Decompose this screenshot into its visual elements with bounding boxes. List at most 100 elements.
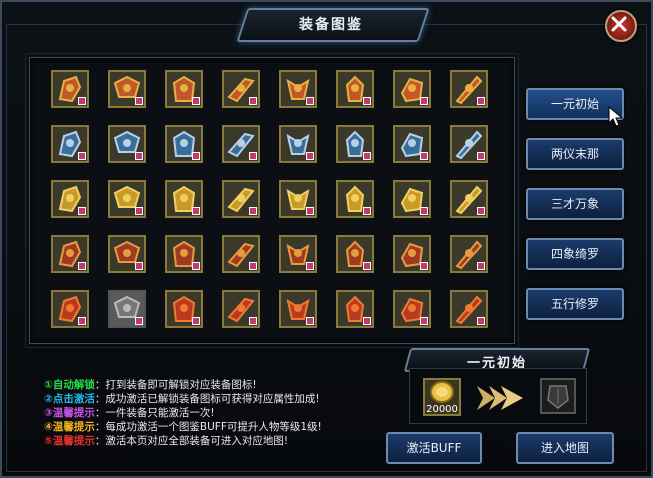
info-separator: ： [94, 421, 106, 433]
unlock-badge [477, 97, 485, 105]
unlock-badge [363, 207, 371, 215]
equipment-slot[interactable] [51, 235, 89, 273]
stage-button[interactable]: 五行修罗 [526, 288, 624, 320]
arrow-right-icon [477, 386, 523, 410]
equipment-slot[interactable] [393, 70, 431, 108]
info-line: ①自动解锁：打到装备即可解锁对应装备图标! [44, 377, 257, 392]
unlock-badge [420, 207, 428, 215]
equipment-slot[interactable] [222, 70, 260, 108]
unlock-badge [363, 97, 371, 105]
equipment-slot[interactable] [393, 235, 431, 273]
unlock-badge [135, 152, 143, 160]
equipment-codex-window: 装备图鉴 一元初始 两仪末那 三才万象 四象绮罗 五行修罗 ①自动解锁：打到装备即可解锁… [0, 0, 653, 478]
cost-slot: 20000 [423, 378, 461, 416]
equipment-slot[interactable] [51, 290, 89, 328]
unlock-badge [249, 97, 257, 105]
window-title: 装备图鉴 [299, 17, 363, 33]
stage-button[interactable]: 四象绮罗 [526, 238, 624, 270]
equipment-slot[interactable] [108, 290, 146, 328]
unlock-badge [192, 317, 200, 325]
unlock-badge [420, 317, 428, 325]
equipment-slot[interactable] [393, 180, 431, 218]
info-text: 每成功激活一个图鉴BUFF可提升人物等级1级! [105, 421, 322, 433]
unlock-badge [78, 317, 86, 325]
equipment-slot[interactable] [279, 180, 317, 218]
equipment-slot[interactable] [279, 235, 317, 273]
equipment-slot[interactable] [108, 235, 146, 273]
equipment-slot[interactable] [336, 180, 374, 218]
info-separator: ： [94, 379, 106, 391]
unlock-badge [420, 152, 428, 160]
close-button[interactable] [605, 10, 637, 42]
unlock-badge [192, 207, 200, 215]
equipment-slot[interactable] [51, 125, 89, 163]
unlock-badge [78, 152, 86, 160]
info-line: ②点击激活：成功激活已解锁装备图标可获得对应属性加成! [44, 391, 320, 406]
equipment-slot[interactable] [108, 125, 146, 163]
equipment-slot[interactable] [336, 70, 374, 108]
unlock-badge [477, 262, 485, 270]
unlock-badge [135, 97, 143, 105]
equipment-slot[interactable] [450, 235, 488, 273]
equipment-slot[interactable] [222, 180, 260, 218]
equipment-slot[interactable] [165, 290, 203, 328]
activate-buff-button[interactable]: 激活BUFF [386, 432, 482, 464]
gold-coin-icon [430, 381, 454, 403]
equipment-slot[interactable] [165, 70, 203, 108]
equipment-slot[interactable] [279, 70, 317, 108]
unlock-badge [135, 317, 143, 325]
info-line: ③温馨提示：一件装备只能激活一次! [44, 405, 215, 420]
unlock-badge [306, 262, 314, 270]
info-tag: ①自动解锁 [44, 379, 95, 391]
equipment-slot[interactable] [279, 290, 317, 328]
equipment-slot[interactable] [393, 290, 431, 328]
info-text: 成功激活已解锁装备图标可获得对应属性加成! [105, 393, 320, 405]
equipment-slot[interactable] [165, 180, 203, 218]
mouse-cursor-icon [608, 106, 624, 127]
equipment-slot[interactable] [222, 290, 260, 328]
info-text: 激活本页对应全部装备可进入对应地图! [105, 435, 289, 447]
unlock-badge [249, 317, 257, 325]
stage-button[interactable]: 两仪末那 [526, 138, 624, 170]
equipment-slot[interactable] [165, 235, 203, 273]
unlock-badge [477, 317, 485, 325]
equipment-slot[interactable] [108, 70, 146, 108]
info-text: 打到装备即可解锁对应装备图标! [105, 379, 257, 391]
unlock-badge [135, 262, 143, 270]
equipment-slot[interactable] [336, 235, 374, 273]
equipment-grid [25, 53, 519, 348]
unlock-badge [477, 152, 485, 160]
unlock-badge [306, 152, 314, 160]
equipment-slot[interactable] [108, 180, 146, 218]
unlock-badge [78, 97, 86, 105]
unlock-badge [306, 317, 314, 325]
info-tag: ④温馨提示 [44, 421, 95, 433]
close-icon [611, 16, 627, 32]
equipment-slot[interactable] [450, 70, 488, 108]
unlock-badge [249, 262, 257, 270]
equipment-slot[interactable] [222, 125, 260, 163]
unlock-badge [192, 262, 200, 270]
equipment-slot[interactable] [393, 125, 431, 163]
unlock-badge [249, 207, 257, 215]
unlock-badge [363, 317, 371, 325]
info-separator: ： [94, 435, 106, 447]
equipment-slot[interactable] [336, 290, 374, 328]
equipment-slot[interactable] [51, 180, 89, 218]
equipment-slot[interactable] [51, 70, 89, 108]
stage-button[interactable]: 三才万象 [526, 188, 624, 220]
unlock-badge [306, 207, 314, 215]
equipment-slot[interactable] [450, 125, 488, 163]
unlock-badge [78, 262, 86, 270]
equipment-slot[interactable] [165, 125, 203, 163]
equipment-slot[interactable] [450, 180, 488, 218]
unlock-badge [192, 97, 200, 105]
enter-map-button[interactable]: 进入地图 [516, 432, 614, 464]
equipment-slot[interactable] [222, 235, 260, 273]
unlock-badge [420, 262, 428, 270]
equipment-slot[interactable] [336, 125, 374, 163]
equipment-slot[interactable] [279, 125, 317, 163]
equipment-slot[interactable] [450, 290, 488, 328]
info-separator: ： [94, 393, 106, 405]
unlock-badge [420, 97, 428, 105]
